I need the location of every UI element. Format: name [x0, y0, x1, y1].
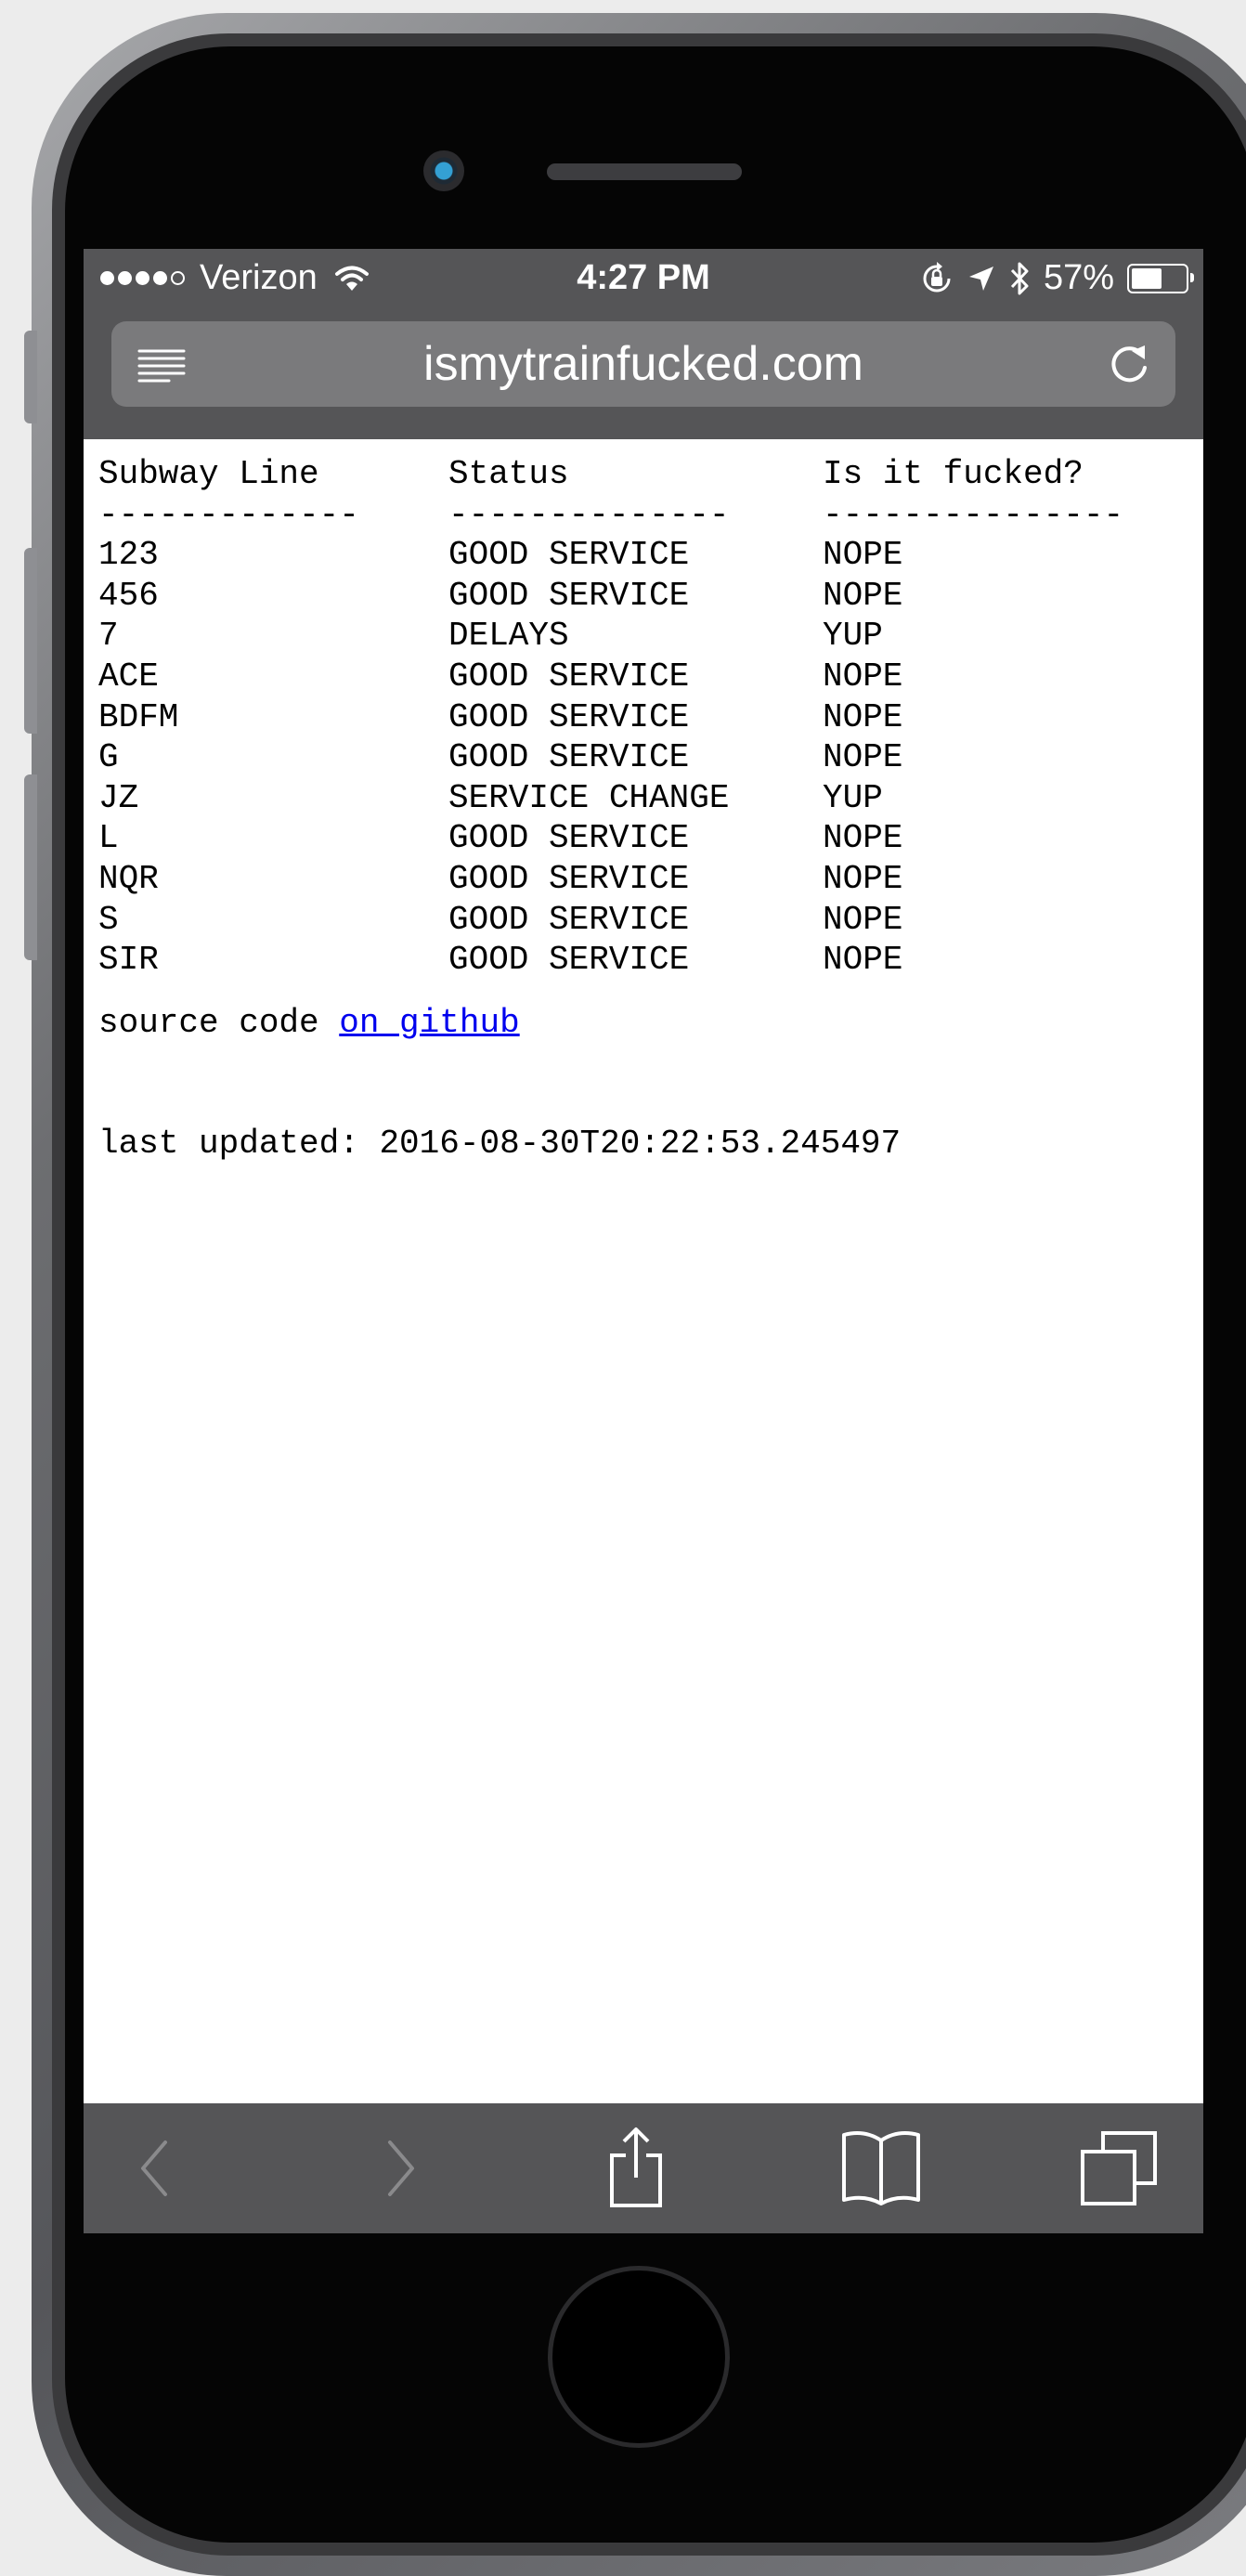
battery-fill	[1132, 267, 1162, 289]
verdict-cell: NOPE	[823, 859, 903, 898]
verdict-cell: YUP	[823, 617, 883, 656]
battery-icon	[1127, 263, 1194, 293]
url-text[interactable]: ismytrainfucked.com	[111, 336, 1175, 392]
verdict-cell: YUP	[823, 778, 883, 817]
safari-bottom-toolbar	[84, 2103, 1203, 2233]
table-row: SIR GOOD SERVICE NOPE	[98, 940, 1203, 981]
safari-top-chrome: Verizon 4:27 PM 57% ismytrainfucked.com	[84, 249, 1203, 439]
earpiece-speaker	[547, 163, 742, 180]
divider: -------------	[98, 495, 359, 534]
verdict-cell: NOPE	[823, 536, 903, 575]
table-row: 123 GOOD SERVICE NOPE	[98, 535, 1203, 576]
verdict-cell: NOPE	[823, 738, 903, 777]
verdict-cell: NOPE	[823, 697, 903, 736]
volume-up-button	[24, 548, 37, 734]
line-cell: 456	[98, 576, 159, 615]
subway-status-table: Subway Line Status Is it fucked? -------…	[98, 454, 1203, 981]
line-cell: ACE	[98, 657, 159, 696]
status-cell: GOOD SERVICE	[448, 738, 690, 777]
battery-nub	[1190, 272, 1194, 282]
reload-icon[interactable]	[1105, 340, 1153, 388]
status-cell: GOOD SERVICE	[448, 657, 690, 696]
line-cell: SIR	[98, 941, 159, 980]
source-code-label: source code	[98, 1004, 340, 1042]
tabs-icon[interactable]	[1081, 2129, 1159, 2207]
divider: --------------	[448, 495, 730, 534]
battery-percent: 57%	[1043, 258, 1114, 297]
table-row: NQR GOOD SERVICE NOPE	[98, 859, 1203, 900]
share-icon[interactable]	[604, 2124, 668, 2209]
volume-down-button	[24, 774, 37, 960]
verdict-cell: NOPE	[823, 941, 903, 980]
bookmarks-icon[interactable]	[839, 2127, 923, 2207]
line-cell: BDFM	[98, 697, 179, 736]
table-row: 456 GOOD SERVICE NOPE	[98, 576, 1203, 617]
header-is-it-fucked: Is it fucked?	[823, 455, 1084, 493]
rotation-lock-icon	[923, 261, 951, 292]
divider-row: ------------- -------------- -----------…	[98, 495, 1203, 536]
status-cell: GOOD SERVICE	[448, 900, 690, 939]
header-subway-line: Subway Line	[98, 455, 319, 493]
last-updated-text: last updated: 2016-08-30T20:22:53.245497	[98, 1125, 902, 1163]
status-cell: GOOD SERVICE	[448, 576, 690, 615]
location-arrow-icon	[968, 266, 993, 291]
table-header-row: Subway Line Status Is it fucked?	[98, 454, 1203, 495]
header-status: Status	[448, 455, 569, 493]
verdict-cell: NOPE	[823, 657, 903, 696]
status-cell: GOOD SERVICE	[448, 859, 690, 898]
line-cell: JZ	[98, 778, 139, 817]
table-row: S GOOD SERVICE NOPE	[98, 900, 1203, 941]
status-cell: GOOD SERVICE	[448, 697, 690, 736]
status-cell: GOOD SERVICE	[448, 941, 690, 980]
line-cell: 7	[98, 617, 119, 656]
status-cell: DELAYS	[448, 617, 569, 656]
source-code-line: source code on github	[98, 1004, 520, 1042]
table-row: 7 DELAYS YUP	[98, 616, 1203, 657]
status-cell: GOOD SERVICE	[448, 819, 690, 858]
bluetooth-icon	[1010, 262, 1029, 294]
status-cell: GOOD SERVICE	[448, 536, 690, 575]
github-link[interactable]: on github	[339, 1004, 519, 1042]
address-bar[interactable]: ismytrainfucked.com	[111, 321, 1175, 407]
verdict-cell: NOPE	[823, 576, 903, 615]
verdict-cell: NOPE	[823, 900, 903, 939]
line-cell: NQR	[98, 859, 159, 898]
table-row: L GOOD SERVICE NOPE	[98, 818, 1203, 859]
table-row: G GOOD SERVICE NOPE	[98, 737, 1203, 778]
front-camera	[423, 150, 464, 191]
divider: ---------------	[823, 495, 1124, 534]
line-cell: G	[98, 738, 119, 777]
line-cell: 123	[98, 536, 159, 575]
table-row: BDFM GOOD SERVICE NOPE	[98, 697, 1203, 738]
status-bar: Verizon 4:27 PM 57%	[84, 249, 1203, 310]
verdict-cell: NOPE	[823, 819, 903, 858]
table-row: ACE GOOD SERVICE NOPE	[98, 657, 1203, 697]
line-cell: S	[98, 900, 119, 939]
line-cell: L	[98, 819, 119, 858]
status-cell: SERVICE CHANGE	[448, 778, 730, 817]
mute-switch	[24, 331, 37, 423]
forward-chevron-icon[interactable]	[377, 2131, 423, 2205]
table-row: JZ SERVICE CHANGE YUP	[98, 778, 1203, 819]
home-button[interactable]	[548, 2266, 730, 2448]
back-chevron-icon[interactable]	[132, 2131, 178, 2205]
status-right: 57%	[919, 258, 1194, 298]
screen: Verizon 4:27 PM 57% ismytrainfucked.com …	[84, 249, 1203, 2233]
